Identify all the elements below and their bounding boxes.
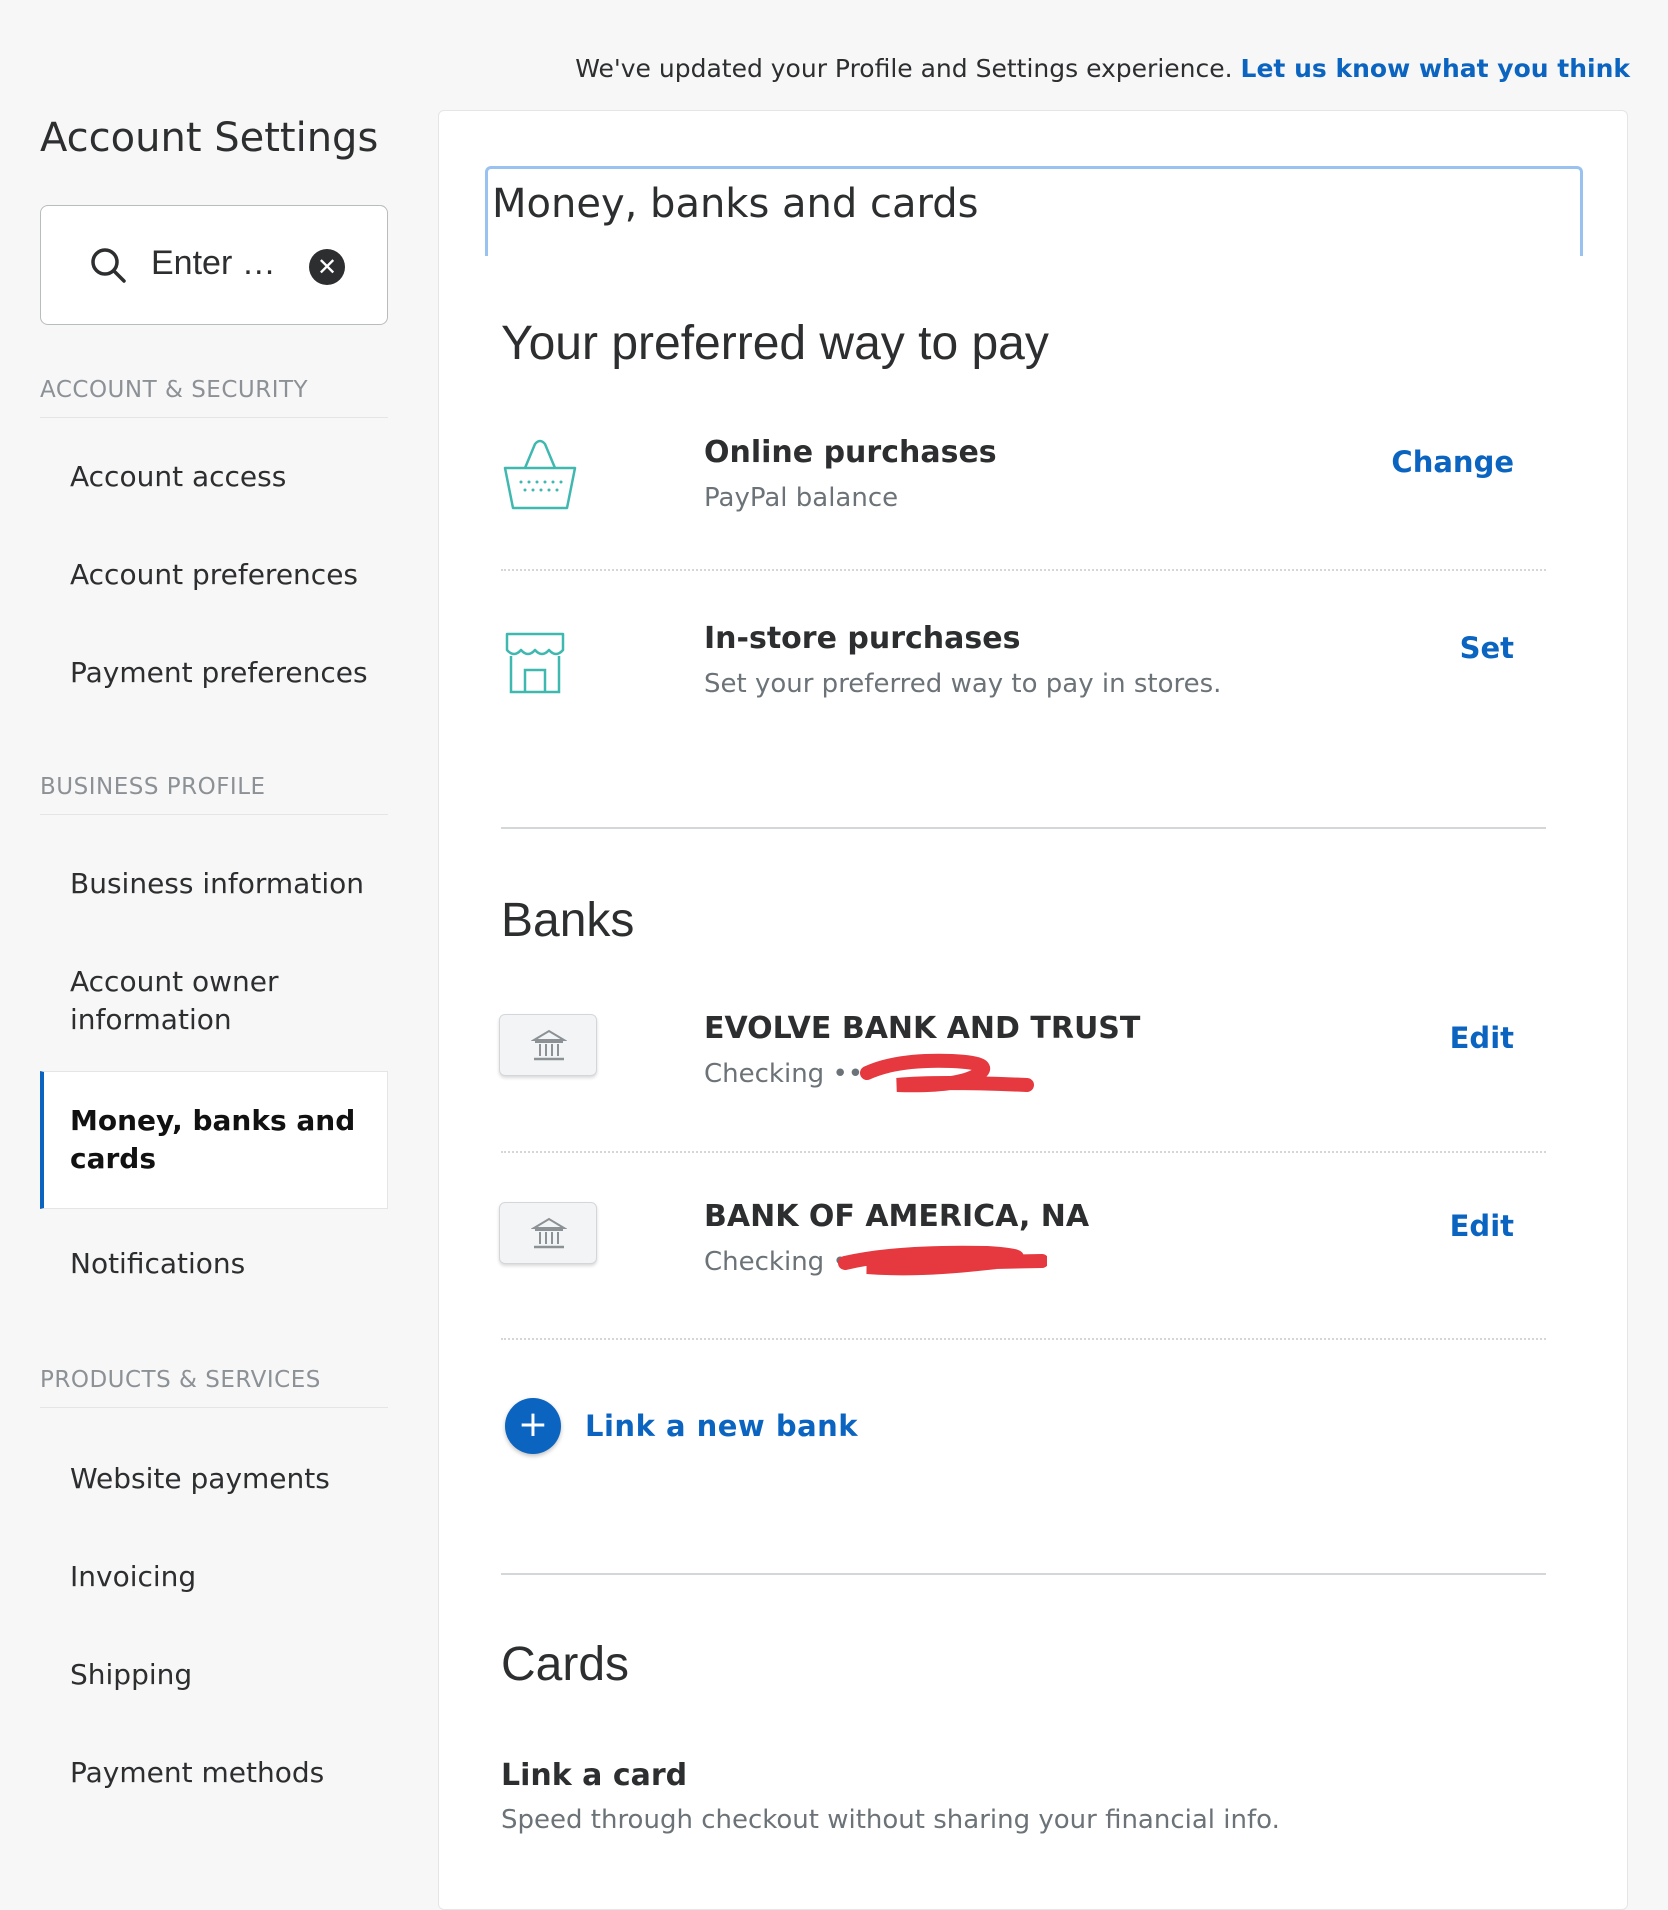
- sidebar-item-invoicing[interactable]: Invoicing: [40, 1558, 388, 1596]
- bank-name: BANK OF AMERICA, NA: [704, 1199, 1090, 1234]
- page-heading-box: Money, banks and cards: [485, 166, 1583, 256]
- bank-icon: [531, 1217, 567, 1249]
- section-divider: [501, 1573, 1546, 1575]
- online-purchases-sub: PayPal balance: [704, 483, 899, 513]
- edit-button[interactable]: Edit: [1450, 1021, 1514, 1055]
- section-divider: [501, 827, 1546, 829]
- feedback-banner: We've updated your Profile and Settings …: [575, 54, 1630, 83]
- page-title: Money, banks and cards: [492, 181, 979, 227]
- link-new-bank-button[interactable]: Link a new bank: [585, 1409, 858, 1443]
- instore-purchases-title: In-store purchases: [704, 621, 1021, 656]
- bank-icon: [531, 1029, 567, 1061]
- online-purchases-title: Online purchases: [704, 435, 997, 470]
- sidebar-item-payment-methods[interactable]: Payment methods: [40, 1754, 388, 1792]
- main-panel: Money, banks and cards Your preferred wa…: [438, 110, 1628, 1910]
- cards-title: Cards: [501, 1638, 630, 1691]
- section-label-business-profile: BUSINESS PROFILE: [40, 774, 388, 815]
- bank-tile: [499, 1202, 597, 1264]
- search-icon: [91, 248, 126, 283]
- divider: [501, 569, 1546, 571]
- sidebar-item-account-access[interactable]: Account access: [40, 458, 388, 496]
- search-placeholder: Enter …: [151, 244, 276, 282]
- redaction-mark: [838, 1245, 1047, 1276]
- bank-tile: [499, 1014, 597, 1076]
- clear-icon[interactable]: ✕: [309, 249, 345, 285]
- instore-purchases-sub: Set your preferred way to pay in stores.: [704, 669, 1222, 699]
- preferred-pay-title: Your preferred way to pay: [501, 317, 1049, 370]
- sidebar-item-shipping[interactable]: Shipping: [40, 1656, 388, 1694]
- search-input[interactable]: Enter … ✕: [40, 205, 388, 325]
- sidebar-item-account-owner-information[interactable]: Account owner information: [40, 963, 300, 1039]
- sidebar: Account Settings Enter … ✕ ACCOUNT & SEC…: [40, 115, 388, 1792]
- sidebar-item-money-banks-cards[interactable]: Money, banks and cards: [40, 1071, 388, 1209]
- change-button[interactable]: Change: [1391, 445, 1514, 479]
- set-button[interactable]: Set: [1460, 631, 1514, 665]
- section-label-products-services: PRODUCTS & SERVICES: [40, 1367, 388, 1408]
- divider: [501, 1338, 1546, 1340]
- sidebar-item-website-payments[interactable]: Website payments: [40, 1460, 388, 1498]
- link-card-title[interactable]: Link a card: [501, 1758, 687, 1793]
- bank-account-type: Checking •: [704, 1247, 848, 1277]
- banks-title: Banks: [501, 894, 635, 947]
- sidebar-item-business-information[interactable]: Business information: [40, 865, 388, 903]
- sidebar-item-notifications[interactable]: Notifications: [40, 1245, 388, 1283]
- sidebar-title: Account Settings: [40, 115, 379, 161]
- banner-text: We've updated your Profile and Settings …: [575, 54, 1233, 83]
- section-label-account-security: ACCOUNT & SECURITY: [40, 377, 388, 418]
- bank-account-type: Checking ••: [704, 1059, 864, 1089]
- store-icon: [505, 632, 565, 694]
- basket-icon: [503, 439, 577, 510]
- bank-name: EVOLVE BANK AND TRUST: [704, 1011, 1141, 1046]
- sidebar-item-payment-preferences[interactable]: Payment preferences: [40, 654, 388, 692]
- edit-button[interactable]: Edit: [1450, 1209, 1514, 1243]
- link-card-sub: Speed through checkout without sharing y…: [501, 1805, 1280, 1835]
- sidebar-item-account-preferences[interactable]: Account preferences: [40, 556, 388, 594]
- add-icon[interactable]: +: [505, 1398, 561, 1454]
- redaction-mark: [860, 1053, 1034, 1093]
- feedback-link[interactable]: Let us know what you think: [1241, 54, 1630, 83]
- divider: [501, 1151, 1546, 1153]
